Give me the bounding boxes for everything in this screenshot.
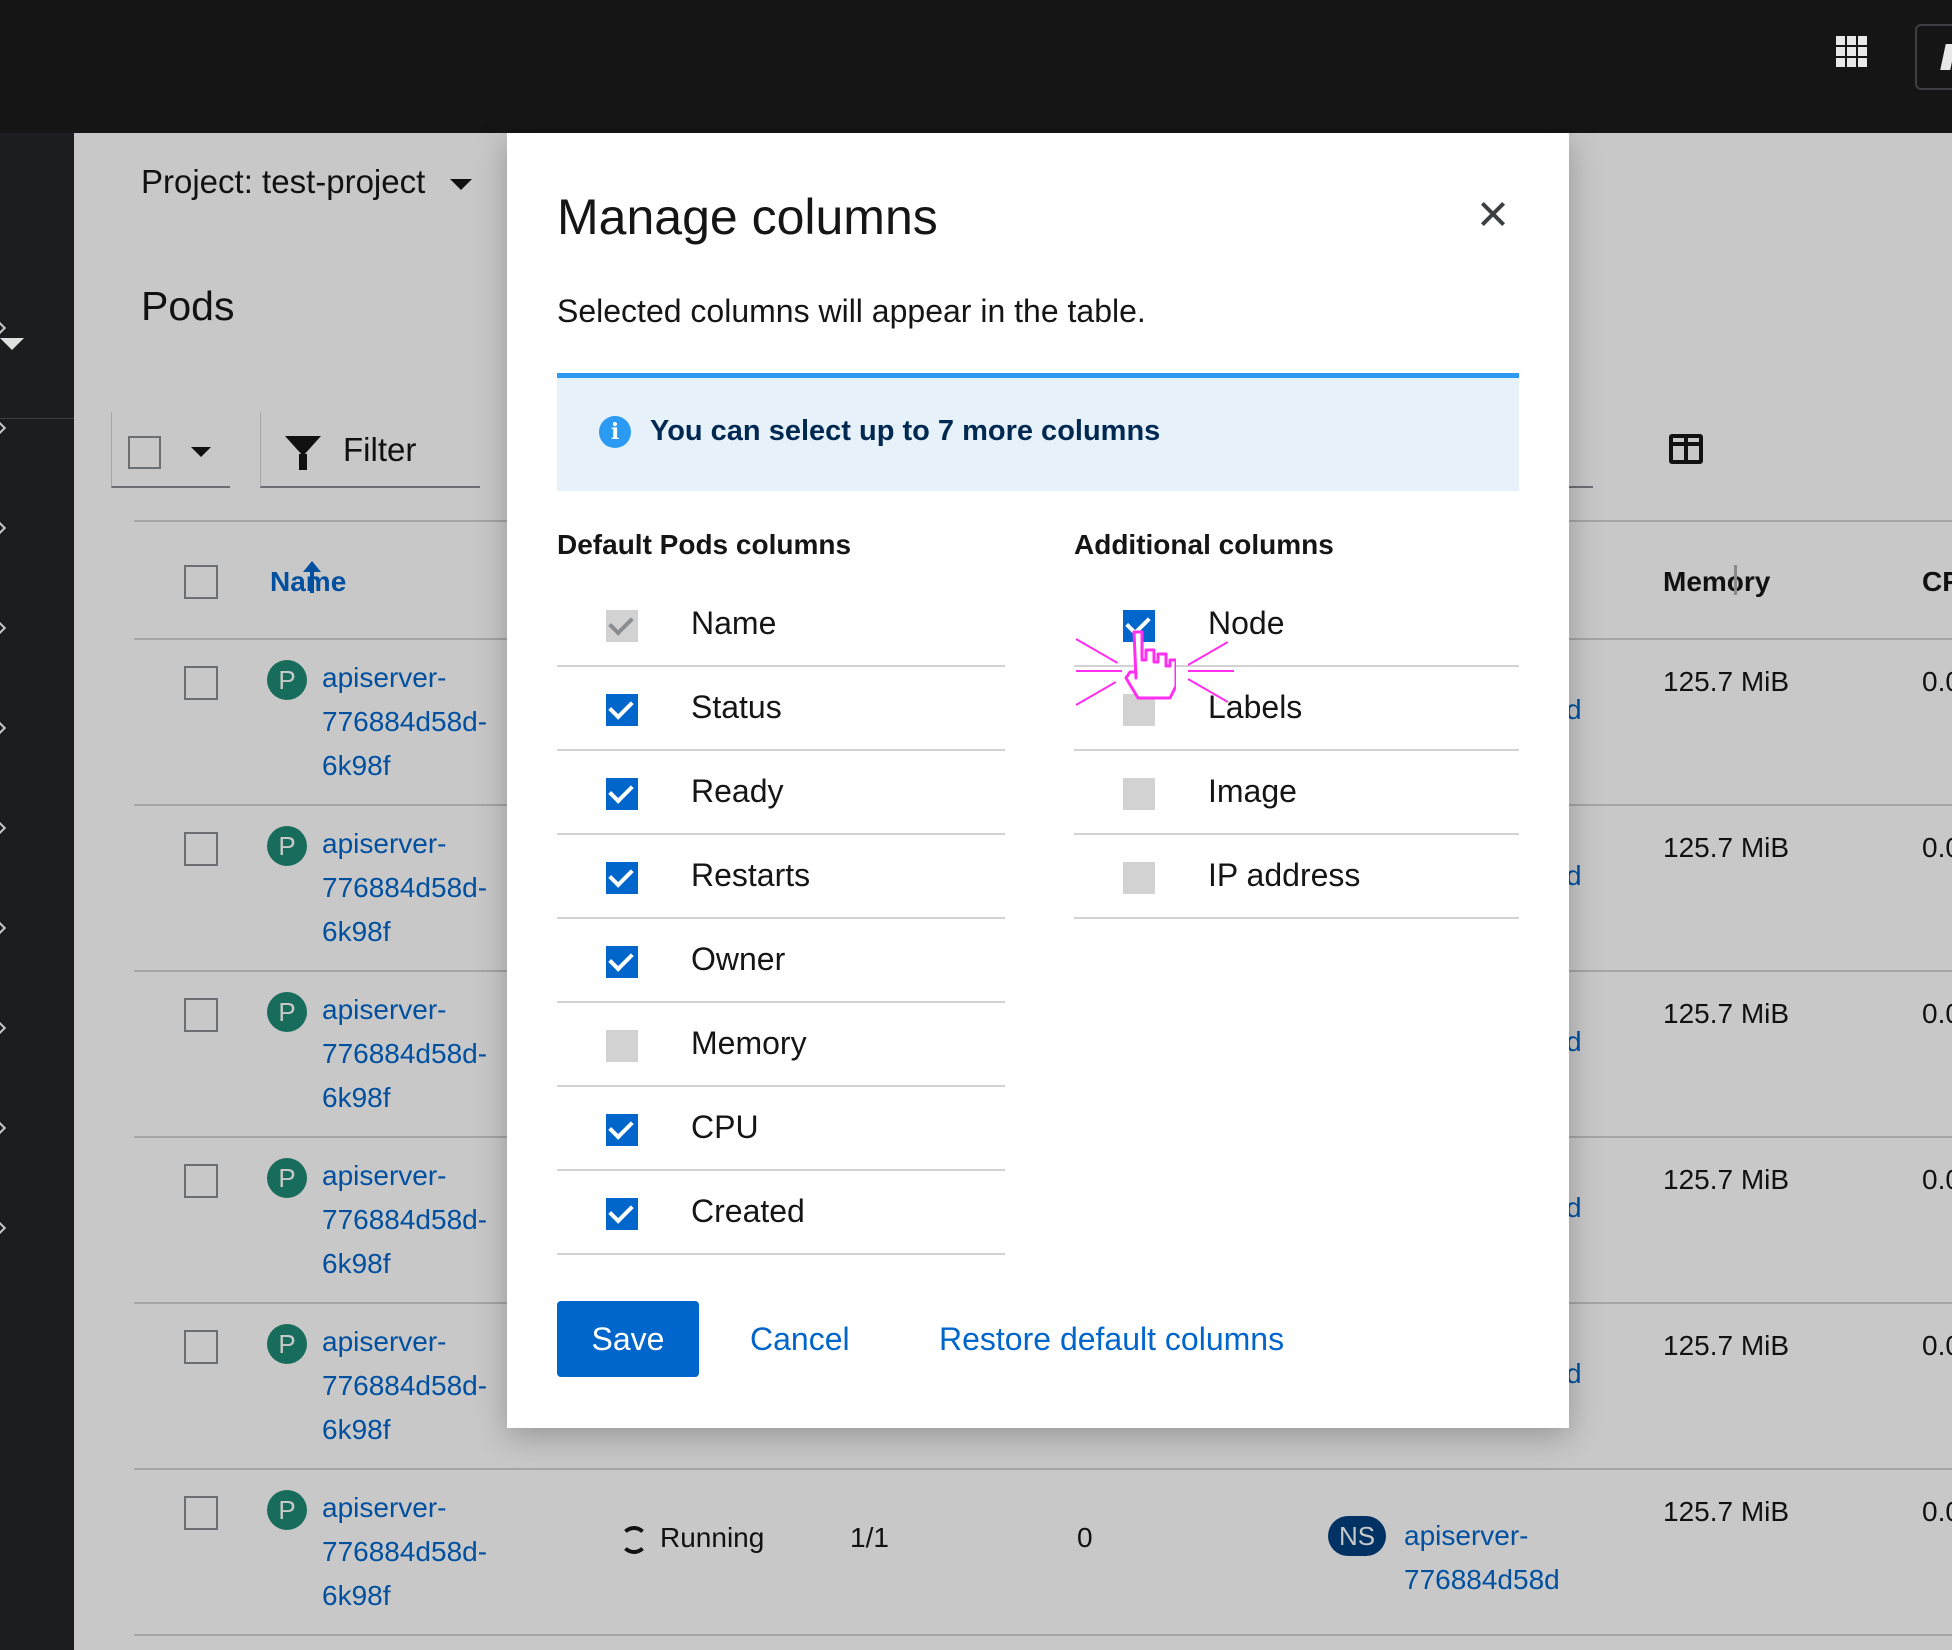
save-button[interactable]: Save: [557, 1301, 699, 1377]
column-option-cpu[interactable]: CPU: [557, 1087, 1005, 1171]
chevron-right-icon[interactable]: [0, 1020, 7, 1036]
sidebar-divider: [0, 418, 74, 419]
column-checkbox-created[interactable]: [606, 1198, 638, 1230]
column-option-memory[interactable]: Memory: [557, 1003, 1005, 1087]
column-option-owner[interactable]: Owner: [557, 919, 1005, 1003]
column-option-name[interactable]: Name: [557, 583, 1005, 667]
column-label: Created: [691, 1193, 805, 1229]
chevron-right-icon[interactable]: [0, 920, 7, 936]
column-label: IP address: [1208, 857, 1361, 893]
chevron-right-icon[interactable]: [0, 720, 7, 736]
modal-title: Manage columns: [557, 189, 938, 245]
column-option-created[interactable]: Created: [557, 1171, 1005, 1255]
column-option-ready[interactable]: Ready: [557, 751, 1005, 835]
chevron-right-icon[interactable]: [0, 520, 7, 536]
grid-icon[interactable]: [1836, 36, 1876, 72]
info-icon: i: [599, 416, 631, 448]
column-option-restarts[interactable]: Restarts: [557, 835, 1005, 919]
column-label: Owner: [691, 941, 786, 977]
chevron-right-icon[interactable]: [0, 620, 7, 636]
column-option-image[interactable]: Image: [1074, 751, 1519, 835]
perspective-caret-icon[interactable]: [0, 338, 24, 350]
column-option-status[interactable]: Status: [557, 667, 1005, 751]
column-checkbox-restarts[interactable]: [606, 862, 638, 894]
manage-columns-modal: Manage columns Selected columns will app…: [507, 133, 1569, 1428]
masthead: [0, 0, 1952, 133]
sidebar: [0, 133, 74, 1650]
column-label: Memory: [691, 1025, 807, 1061]
column-checkbox-name: [606, 610, 638, 642]
chevron-right-icon[interactable]: [0, 820, 7, 836]
column-checkbox-status[interactable]: [606, 694, 638, 726]
column-label: Restarts: [691, 857, 811, 893]
chevron-right-icon[interactable]: [0, 320, 7, 336]
hand-cursor-icon: [1124, 630, 1176, 700]
column-checkbox-cpu[interactable]: [606, 1114, 638, 1146]
column-label: Name: [691, 605, 777, 641]
chevron-right-icon[interactable]: [0, 420, 7, 436]
column-checkbox-memory[interactable]: [606, 1030, 638, 1062]
column-label: Status: [691, 689, 782, 725]
column-label: Ready: [691, 773, 784, 809]
info-alert: i You can select up to 7 more columns: [557, 373, 1519, 491]
cancel-button[interactable]: Cancel: [750, 1301, 850, 1377]
column-option-ip-address[interactable]: IP address: [1074, 835, 1519, 919]
column-checkbox-image[interactable]: [1123, 778, 1155, 810]
column-label: Image: [1208, 773, 1297, 809]
chevron-right-icon[interactable]: [0, 1220, 7, 1236]
column-checkbox-ready[interactable]: [606, 778, 638, 810]
user-menu-button[interactable]: [1915, 24, 1952, 90]
default-columns-heading: Default Pods columns: [557, 529, 852, 560]
column-checkbox-ip-address[interactable]: [1123, 862, 1155, 894]
modal-description: Selected columns will appear in the tabl…: [557, 293, 1146, 329]
additional-columns-heading: Additional columns: [1074, 529, 1334, 560]
restore-default-columns-button[interactable]: Restore default columns: [939, 1301, 1284, 1377]
alert-text: You can select up to 7 more columns: [650, 415, 1161, 447]
close-icon[interactable]: [1478, 199, 1508, 229]
chevron-right-icon[interactable]: [0, 1120, 7, 1136]
column-checkbox-owner[interactable]: [606, 946, 638, 978]
column-label: CPU: [691, 1109, 759, 1145]
